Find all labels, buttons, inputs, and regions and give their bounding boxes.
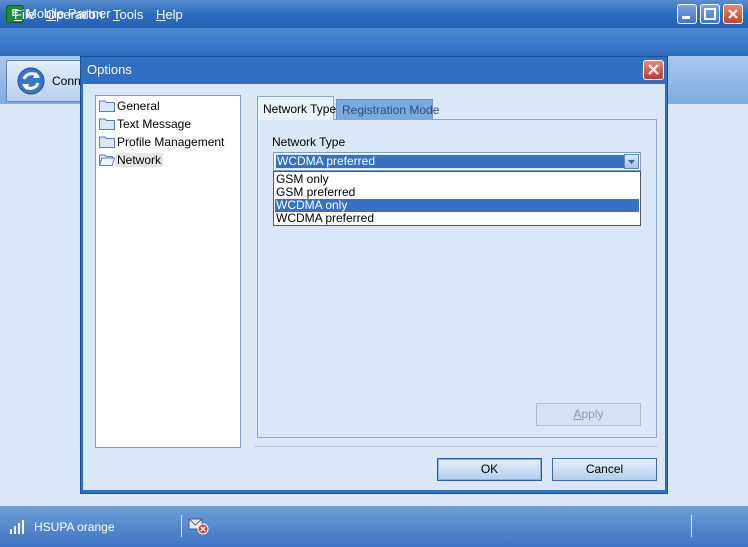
option-wcdma-preferred[interactable]: WCDMA preferred: [275, 212, 639, 225]
folder-icon: [99, 136, 115, 148]
ok-button[interactable]: OK: [437, 458, 542, 481]
menu-bar: [0, 28, 748, 56]
menu-operation[interactable]: Operation: [46, 7, 103, 22]
network-type-selected-value: WCDMA preferred: [275, 154, 625, 169]
status-divider: [691, 515, 692, 537]
network-status-text: HSUPA orange: [34, 520, 115, 534]
chevron-down-icon: [628, 160, 635, 164]
dropdown-button[interactable]: [624, 154, 639, 169]
network-type-dropdown-list: GSM only GSM preferred WCDMA only WCDMA …: [273, 171, 641, 226]
menu-tools[interactable]: Tools: [113, 7, 143, 22]
dialog-title: Options: [87, 62, 132, 77]
close-icon: [648, 64, 659, 75]
dialog-close-button[interactable]: [643, 60, 664, 80]
cancel-button[interactable]: Cancel: [552, 458, 657, 481]
network-type-select[interactable]: WCDMA preferred: [273, 152, 641, 171]
minimize-button[interactable]: [677, 4, 697, 24]
signal-strength-icon: [10, 520, 24, 534]
menu-file[interactable]: File: [14, 7, 35, 22]
close-window-button[interactable]: [723, 4, 743, 24]
network-type-label: Network Type: [272, 135, 346, 149]
menu-help[interactable]: Help: [156, 7, 183, 22]
connect-icon: [17, 67, 45, 95]
status-divider: [181, 515, 182, 537]
open-folder-icon: [99, 154, 115, 166]
close-icon: [728, 9, 738, 19]
folder-icon: [99, 118, 115, 130]
minimize-icon: [682, 16, 690, 19]
maximize-button[interactable]: [700, 4, 720, 24]
sms-error-icon: [188, 518, 209, 535]
dialog-separator: [255, 446, 657, 447]
tab-registration-mode[interactable]: Registration Mode: [336, 99, 439, 120]
tab-network-type[interactable]: Network Type: [257, 96, 336, 120]
folder-icon: [99, 100, 115, 112]
apply-button[interactable]: Apply: [536, 403, 641, 426]
maximize-icon: [704, 8, 716, 20]
